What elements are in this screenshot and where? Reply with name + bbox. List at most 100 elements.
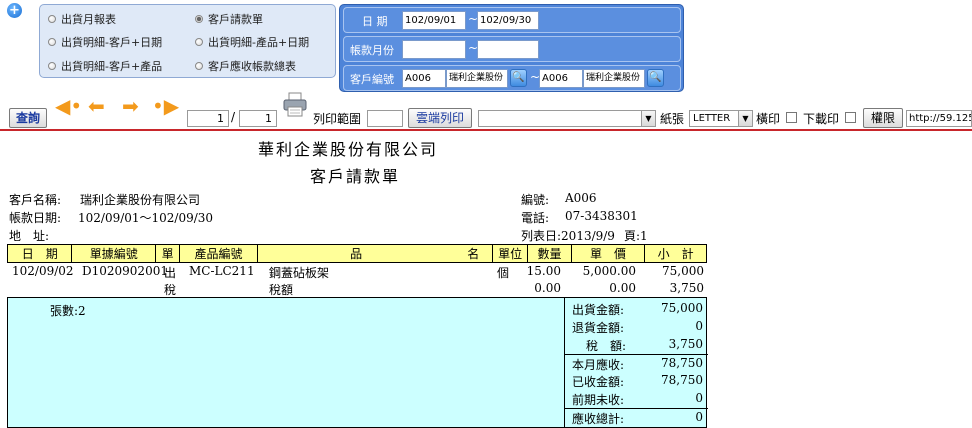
row-name: 鋼蓋砧板架 (269, 266, 330, 280)
url-field[interactable]: http://59.125 (906, 110, 972, 127)
prev-page-icon[interactable]: ⬅ (88, 96, 105, 116)
chevron-down-icon: ▼ (738, 111, 752, 126)
page-number: 頁:1 (624, 229, 648, 243)
row-price: 0.00 (609, 281, 636, 295)
row-price: 5,000.00 (582, 264, 636, 278)
customer-to-code-input[interactable]: A006 (539, 69, 583, 88)
row-product: MC-LC211 (189, 264, 255, 278)
customer-to-name: 瑞利企業股份 (583, 69, 645, 88)
row-unit: 個 (497, 266, 510, 280)
summary-value: 0 (695, 319, 703, 333)
radio-label: 客戶應收帳款總表 (208, 60, 296, 73)
date-filter-row: 日 期 102/09/01 ~ 102/09/30 (343, 7, 681, 33)
next-page-icon[interactable]: ➡ (122, 96, 139, 116)
tel: 07-3438301 (565, 209, 638, 223)
address-label: 地 址: (9, 229, 50, 243)
print-range-input[interactable] (367, 110, 403, 127)
summary-value: 78,750 (661, 356, 703, 370)
radio-button[interactable] (195, 15, 203, 23)
chevron-down-icon: ▼ (641, 111, 655, 126)
customer-filter-row: 客戶編號 A006 瑞利企業股份 🔍 ~ A006 瑞利企業股份 🔍 (343, 65, 681, 91)
summary-value: 78,750 (661, 373, 703, 387)
col-name-right: 名 (454, 244, 493, 263)
query-button[interactable]: 查詢 (9, 108, 47, 128)
company-name: 華利企業股份有限公司 (258, 140, 439, 159)
page-current-input[interactable]: 1 (187, 110, 229, 127)
customer-from-code-input[interactable]: A006 (402, 69, 446, 88)
radio-label: 出貨明細-產品+日期 (208, 36, 310, 49)
date-to-input[interactable]: 102/09/30 (477, 11, 539, 30)
summary-label: 退貨金額: (572, 321, 625, 335)
customer-code-label: 客戶編號 (350, 73, 394, 86)
row-qty: 15.00 (526, 264, 561, 278)
paper-label: 紙張 (660, 112, 685, 126)
invoice-header-table: 日 期 單據編號 單 產品編號 品 名 單位 數量 單 價 小 計 (6, 244, 707, 263)
radio-detail-customer-date[interactable]: 出貨明細-客戶+日期 (48, 34, 162, 50)
radio-detail-customer-product[interactable]: 出貨明細-客戶+產品 (48, 58, 162, 74)
first-page-icon[interactable]: ◀• (55, 96, 82, 116)
summary-previous-unpaid: 前期未收: 0 (564, 390, 708, 408)
landscape-label: 橫印 (756, 112, 781, 126)
radio-button[interactable] (48, 38, 56, 46)
cloud-print-button[interactable]: 雲端列印 (408, 108, 472, 128)
summary-return: 退貨金額: 0 (564, 318, 708, 336)
customer-name-label: 客戶名稱: (9, 193, 62, 207)
paper-size-value: LETTER (693, 113, 731, 124)
summary-section: 張數:2 出貨金額: 75,000 退貨金額: 0 稅 額: 3,750 本月應… (7, 297, 708, 428)
filter-panel: 日 期 102/09/01 ~ 102/09/30 帳款月份 ~ 客戶編號 A0… (339, 4, 684, 92)
col-amount: 小 計 (644, 244, 707, 263)
paper-size-select[interactable]: LETTER ▼ (689, 110, 753, 127)
date-label: 日 期 (362, 15, 388, 28)
customer-code: A006 (565, 191, 597, 205)
permission-button[interactable]: 權限 (863, 108, 903, 128)
radio-button[interactable] (48, 15, 56, 23)
printer-select[interactable]: ▼ (478, 110, 656, 127)
printer-icon[interactable] (283, 92, 307, 118)
radio-button[interactable] (195, 62, 203, 70)
customer-name: 瑞利企業股份有限公司 (80, 193, 201, 207)
add-icon[interactable]: + (7, 3, 22, 18)
report-type-panel: 出貨月報表 客戶請款單 出貨明細-客戶+日期 出貨明細-產品+日期 出貨明細-客… (39, 4, 336, 78)
radio-monthly-shipment[interactable]: 出貨月報表 (48, 11, 116, 27)
row-type: 稅 (164, 283, 177, 297)
radio-button[interactable] (48, 62, 56, 70)
page-total: 1 (239, 110, 277, 127)
radio-detail-product-date[interactable]: 出貨明細-產品+日期 (195, 34, 309, 50)
row-qty: 0.00 (534, 281, 561, 295)
radio-customer-invoice[interactable]: 客戶請款單 (195, 11, 263, 27)
print-date: 列表日:2013/9/9 (521, 229, 615, 243)
search-icon[interactable]: 🔍 (510, 69, 527, 87)
search-icon[interactable]: 🔍 (647, 69, 664, 87)
col-unit: 單位 (491, 244, 529, 263)
summary-label: 應收總計: (572, 412, 625, 426)
download-label: 下載印 (803, 112, 840, 126)
sheet-count: 張數:2 (50, 304, 86, 318)
landscape-checkbox[interactable] (786, 112, 797, 123)
summary-value: 0 (695, 391, 703, 405)
date-from-input[interactable]: 102/09/01 (402, 11, 466, 30)
summary-month-receivable: 本月應收: 78,750 (564, 354, 708, 372)
summary-label: 前期未收: (572, 393, 625, 407)
col-date: 日 期 (6, 244, 73, 263)
account-month-row: 帳款月份 ~ (343, 36, 681, 62)
summary-value: 0 (695, 410, 703, 424)
account-month-from-input[interactable] (402, 40, 466, 59)
radio-button[interactable] (195, 38, 203, 46)
period-label: 帳款日期: (9, 211, 62, 225)
summary-value: 75,000 (661, 301, 703, 315)
separator-line (0, 129, 972, 131)
radio-receivable-summary[interactable]: 客戶應收帳款總表 (195, 58, 296, 74)
page-separator: / (231, 110, 236, 124)
account-month-to-input[interactable] (477, 40, 539, 59)
radio-label: 出貨明細-客戶+日期 (61, 36, 163, 49)
row-type: 出 (164, 266, 177, 280)
col-doc-no: 單據編號 (71, 244, 156, 263)
last-page-icon[interactable]: •▶ (152, 96, 179, 116)
summary-label: 出貨金額: (572, 303, 625, 317)
radio-label: 出貨月報表 (61, 13, 116, 26)
download-checkbox[interactable] (845, 112, 856, 123)
row-doc-no: D1020902001 (82, 264, 168, 278)
col-type: 單 (154, 244, 181, 263)
period: 102/09/01～102/09/30 (78, 211, 214, 225)
col-price: 單 價 (570, 244, 646, 263)
